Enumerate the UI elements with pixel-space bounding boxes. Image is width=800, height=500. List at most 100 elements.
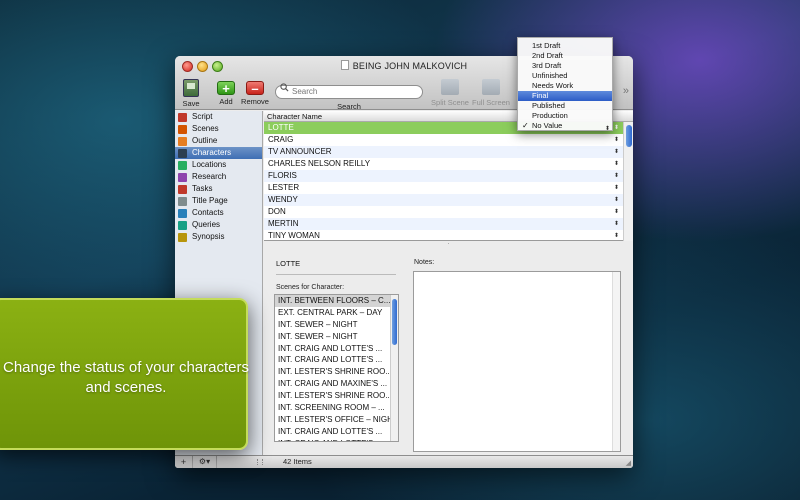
list-item[interactable]: INT. SEWER – NIGHT	[275, 319, 391, 331]
menu-item-3rd-draft[interactable]: 3rd Draft	[518, 61, 612, 71]
list-item[interactable]: INT. CRAIG AND LOTTE'S ...	[275, 343, 391, 355]
sidebar-item-synopsis[interactable]: Synopsis	[175, 231, 262, 243]
character-name-cell: TINY WOMAN	[268, 231, 320, 240]
title-page-icon	[178, 197, 187, 206]
sidebar-resize-grip[interactable]	[257, 459, 263, 465]
full-screen-button[interactable]: Full Screen	[471, 79, 511, 107]
sidebar-item-tasks[interactable]: Tasks	[175, 183, 262, 195]
sidebar-item-outline[interactable]: Outline	[175, 135, 262, 147]
menu-item-unfinished[interactable]: Unfinished	[518, 71, 612, 81]
menu-item-label: Published	[532, 101, 565, 110]
save-label: Save	[182, 99, 200, 108]
table-row[interactable]: CRAIG ⬍	[264, 134, 623, 146]
menu-item-final[interactable]: Final	[518, 91, 612, 101]
character-name-cell: WENDY	[268, 195, 298, 204]
status-popup-arrows-icon[interactable]: ⬍	[614, 122, 619, 134]
list-item[interactable]: INT. SCREENING ROOM – ...	[275, 402, 391, 414]
menu-item-label: Needs Work	[532, 81, 574, 90]
list-item[interactable]: INT. CRAIG AND LOTTE'S ...	[275, 438, 391, 441]
notes-scrollbar[interactable]	[612, 272, 620, 451]
status-popup-arrows-icon[interactable]: ⬍	[614, 182, 619, 194]
table-row[interactable]: CHARLES NELSON REILLY ⬍	[264, 158, 623, 170]
status-popup-arrows-icon[interactable]: ⬍	[614, 206, 619, 218]
sidebar-item-label: Scenes	[192, 124, 219, 133]
list-item[interactable]: INT. LESTER'S SHRINE ROO...	[275, 390, 391, 402]
menu-item-needs-work[interactable]: Needs Work	[518, 81, 612, 91]
table-row[interactable]: TV ANNOUNCER ⬍	[264, 146, 623, 158]
table-row[interactable]: MERTIN ⬍	[264, 218, 623, 230]
gear-icon: ⚙▾	[198, 457, 211, 466]
menu-item-production[interactable]: Production	[518, 111, 612, 121]
table-row[interactable]: DON ⬍	[264, 206, 623, 218]
list-item[interactable]: INT. SEWER – NIGHT	[275, 331, 391, 343]
character-name-cell: FLORIS	[268, 171, 297, 180]
scrollbar-thumb[interactable]	[392, 299, 397, 345]
character-rows: LOTTE ⬍ CRAIG ⬍ TV ANNOUNCER ⬍ CHARLES NELSON …	[264, 122, 633, 242]
character-name-cell: DON	[268, 207, 286, 216]
save-icon	[183, 79, 199, 97]
status-popup-arrows-icon[interactable]: ⬍	[614, 218, 619, 230]
menu-item-label: No Value	[532, 121, 563, 130]
search-input[interactable]	[275, 84, 423, 99]
status-popup-arrows-icon[interactable]: ⬍	[614, 194, 619, 206]
add-item-button[interactable]: +	[175, 456, 193, 468]
list-item[interactable]: INT. LESTER'S SHRINE ROO...	[275, 366, 391, 378]
contacts-icon	[178, 209, 187, 218]
table-row[interactable]: TINY WOMAN ⬍	[264, 230, 623, 242]
queries-icon	[178, 221, 187, 230]
plus-icon: +	[217, 81, 235, 95]
scenes-scrollbar[interactable]	[390, 295, 398, 441]
sidebar-item-label: Locations	[192, 160, 227, 169]
status-popup-arrows-icon[interactable]: ⬍	[614, 146, 619, 158]
sidebar-item-script[interactable]: Script	[175, 111, 262, 123]
sidebar-item-locations[interactable]: Locations	[175, 159, 262, 171]
menu-item-2nd-draft[interactable]: 2nd Draft	[518, 51, 612, 61]
table-row[interactable]: FLORIS ⬍	[264, 170, 623, 182]
list-item[interactable]: INT. BETWEEN FLOORS – C...	[275, 295, 391, 307]
sidebar-item-characters[interactable]: Characters	[175, 147, 262, 159]
save-button[interactable]: Save	[179, 79, 203, 108]
menu-item-published[interactable]: Published	[518, 101, 612, 111]
notes-label: Notes:	[414, 259, 435, 266]
gear-menu-button[interactable]: ⚙▾	[193, 456, 217, 468]
sidebar-item-queries[interactable]: Queries	[175, 219, 262, 231]
table-row[interactable]: LESTER ⬍	[264, 182, 623, 194]
tasks-icon	[178, 185, 187, 194]
remove-label: Remove	[241, 97, 269, 106]
status-popup-arrows-icon[interactable]: ⬍	[614, 158, 619, 170]
character-name-cell: MERTIN	[268, 219, 299, 228]
character-list-scrollbar[interactable]	[623, 122, 633, 241]
status-popup-arrows-icon[interactable]: ⬍	[614, 134, 619, 146]
menu-item-label: Production	[532, 111, 568, 120]
list-item[interactable]: EXT. CENTRAL PARK – DAY	[275, 307, 391, 319]
menu-item-no-value[interactable]: ✓ No Value	[518, 121, 612, 131]
list-item[interactable]: INT. CRAIG AND MAXINE'S ...	[275, 378, 391, 390]
toolbar-overflow-button[interactable]: »	[623, 85, 629, 97]
sidebar-item-title-page[interactable]: Title Page	[175, 195, 262, 207]
split-scene-label: Split Scene	[431, 98, 469, 107]
sidebar-item-contacts[interactable]: Contacts	[175, 207, 262, 219]
character-name-cell: CHARLES NELSON REILLY	[268, 159, 371, 168]
add-button[interactable]: + Add	[215, 79, 237, 106]
notes-textarea[interactable]	[413, 271, 621, 452]
status-popup-arrows-icon[interactable]: ⬍	[614, 170, 619, 182]
table-row[interactable]: WENDY ⬍	[264, 194, 623, 206]
list-item[interactable]: INT. CRAIG AND LOTTE'S ...	[275, 426, 391, 438]
menu-item-1st-draft[interactable]: 1st Draft	[518, 41, 612, 51]
scenes-label: Scenes for Character:	[276, 284, 345, 291]
sidebar-item-scenes[interactable]: Scenes	[175, 123, 262, 135]
list-item[interactable]: INT. LESTER'S OFFICE – NIGHT	[275, 414, 391, 426]
menu-item-label: Unfinished	[532, 71, 568, 80]
menu-item-label: 2nd Draft	[532, 51, 563, 60]
status-popup-arrows-icon[interactable]: ⬍	[614, 230, 619, 242]
characters-icon	[178, 149, 187, 158]
list-item[interactable]: INT. CRAIG AND LOTTE'S ...	[275, 354, 391, 366]
window-resize-icon[interactable]: ◢	[626, 459, 631, 467]
character-name-field[interactable]: LOTTE	[276, 259, 396, 275]
scrollbar-thumb[interactable]	[626, 125, 632, 147]
remove-button[interactable]: – Remove	[241, 79, 269, 106]
sidebar-item-label: Research	[192, 172, 227, 181]
sidebar-item-research[interactable]: Research	[175, 171, 262, 183]
split-scene-icon	[441, 79, 459, 95]
split-scene-button[interactable]: Split Scene	[430, 79, 470, 107]
